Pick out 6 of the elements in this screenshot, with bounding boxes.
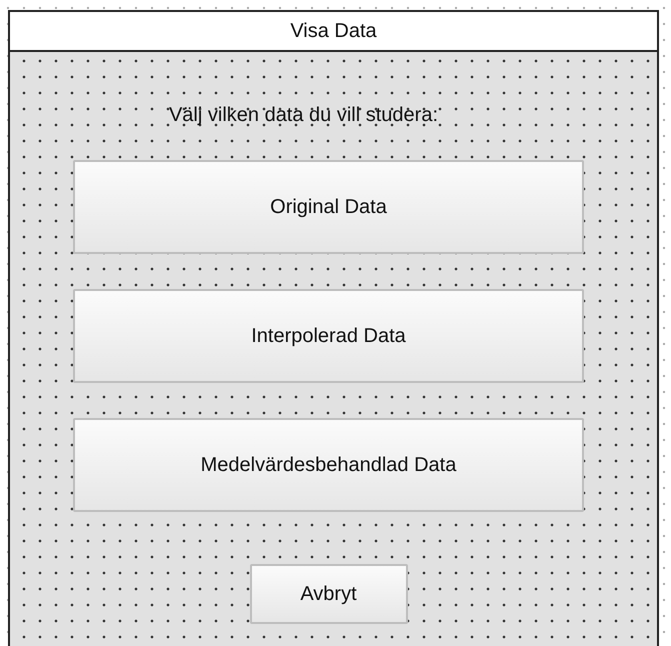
choice-button[interactable]: Original Data (73, 160, 584, 254)
choice-button[interactable]: Medelvärdesbehandlad Data (73, 418, 584, 512)
window-title: Visa Data (290, 20, 377, 42)
cancel-button[interactable]: Avbryt (250, 564, 408, 624)
prompt-text: Välj vilken data du vill studera: (168, 104, 438, 127)
choice-button[interactable]: Interpolerad Data (73, 289, 584, 383)
